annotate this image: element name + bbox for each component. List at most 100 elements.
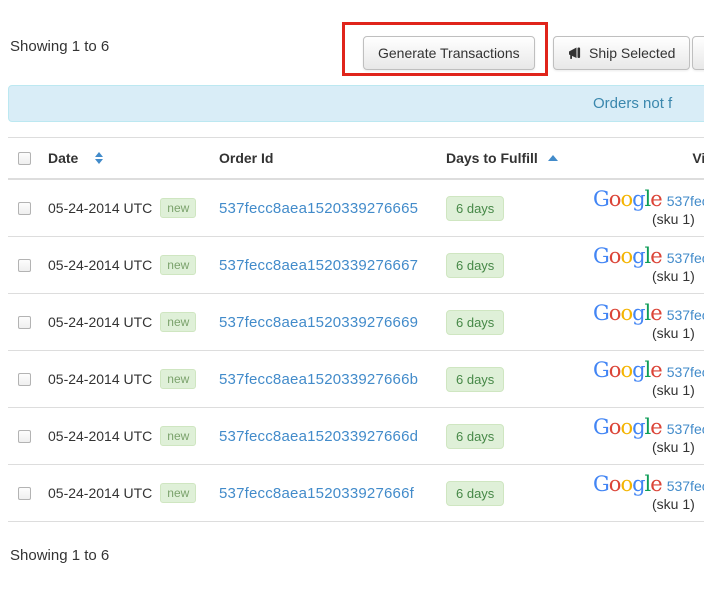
generate-transactions-button[interactable]: Generate Transactions: [363, 36, 535, 70]
order-date: 05-24-2014 UTC: [48, 485, 152, 501]
order-id-link[interactable]: 537fecc8aea152033927666f: [219, 485, 414, 502]
status-badge-new: new: [160, 255, 196, 275]
product-sku: (sku 1): [652, 439, 695, 455]
product-sku: (sku 1): [652, 325, 695, 341]
days-to-fulfill-badge: 6 days: [446, 367, 504, 392]
row-checkbox[interactable]: [18, 202, 31, 215]
ship-selected-button[interactable]: Ship Selected: [553, 36, 690, 70]
table-row: 05-24-2014 UTC new 537fecc8aea1520339276…: [8, 408, 704, 465]
google-logo-letter: G: [593, 301, 609, 325]
google-logo-letter: e: [650, 415, 661, 439]
google-logo[interactable]: Google: [593, 417, 662, 437]
column-header-order-id[interactable]: Order Id: [219, 150, 446, 166]
row-checkbox[interactable]: [18, 373, 31, 386]
table-row: 05-24-2014 UTC new 537fecc8aea1520339276…: [8, 465, 704, 522]
google-logo-letter: g: [632, 472, 644, 496]
order-id-link[interactable]: 537fecc8aea152033927666d: [219, 428, 418, 445]
row-checkbox[interactable]: [18, 487, 31, 500]
product-sku: (sku 1): [652, 496, 695, 512]
table-row: 05-24-2014 UTC new 537fecc8aea1520339276…: [8, 351, 704, 408]
view-product-link[interactable]: 537fecc: [667, 250, 704, 266]
google-logo-letter: o: [620, 358, 632, 382]
google-logo-letter: G: [593, 358, 609, 382]
google-logo-letter: g: [632, 301, 644, 325]
ship-selected-label: Ship Selected: [589, 45, 675, 61]
google-logo-letter: e: [650, 358, 661, 382]
column-header-days-to-fulfill[interactable]: Days to Fulfill: [446, 150, 593, 166]
table-body: 05-24-2014 UTC new 537fecc8aea1520339276…: [8, 180, 704, 522]
view-product-link[interactable]: 537fecc: [667, 193, 704, 209]
google-logo[interactable]: Google: [593, 246, 662, 266]
table-row: 05-24-2014 UTC new 537fecc8aea1520339276…: [8, 180, 704, 237]
column-header-date[interactable]: Date: [48, 150, 219, 166]
status-badge-new: new: [160, 426, 196, 446]
google-logo-letter: o: [609, 301, 621, 325]
status-badge-new: new: [160, 483, 196, 503]
order-date: 05-24-2014 UTC: [48, 257, 152, 273]
days-to-fulfill-badge: 6 days: [446, 196, 504, 221]
order-date: 05-24-2014 UTC: [48, 428, 152, 444]
google-logo-letter: g: [632, 358, 644, 382]
google-logo-letter: o: [620, 301, 632, 325]
column-header-view-product[interactable]: View Product (S: [593, 150, 704, 166]
google-logo[interactable]: Google: [593, 189, 662, 209]
google-logo-letter: o: [609, 187, 621, 211]
days-to-fulfill-badge: 6 days: [446, 310, 504, 335]
status-badge-new: new: [160, 198, 196, 218]
order-date: 05-24-2014 UTC: [48, 371, 152, 387]
google-logo-letter: g: [632, 415, 644, 439]
view-product-link[interactable]: 537fecc: [667, 364, 704, 380]
google-logo-letter: G: [593, 472, 609, 496]
google-logo[interactable]: Google: [593, 474, 662, 494]
row-checkbox[interactable]: [18, 430, 31, 443]
view-product-link[interactable]: 537fecc: [667, 307, 704, 323]
orders-table: Date Order Id Days to Fulfill View Produ…: [8, 137, 704, 522]
column-header-date-label: Date: [48, 150, 78, 166]
order-date: 05-24-2014 UTC: [48, 314, 152, 330]
table-row: 05-24-2014 UTC new 537fecc8aea1520339276…: [8, 294, 704, 351]
days-to-fulfill-badge: 6 days: [446, 481, 504, 506]
row-checkbox[interactable]: [18, 316, 31, 329]
google-logo-letter: o: [609, 415, 621, 439]
google-logo-letter: o: [620, 187, 632, 211]
google-logo-letter: e: [650, 472, 661, 496]
google-logo[interactable]: Google: [593, 303, 662, 323]
info-bar-text: Orders not f: [593, 86, 672, 121]
showing-count-top: Showing 1 to 6: [10, 38, 109, 55]
order-id-link[interactable]: 537fecc8aea1520339276665: [219, 200, 418, 217]
partial-button-right-edge[interactable]: [692, 36, 704, 70]
google-logo-letter: g: [632, 187, 644, 211]
bullhorn-icon: [568, 47, 582, 60]
info-bar: Orders not f: [8, 85, 704, 122]
google-logo-letter: o: [609, 244, 621, 268]
google-logo-letter: o: [620, 415, 632, 439]
order-id-link[interactable]: 537fecc8aea1520339276667: [219, 257, 418, 274]
product-sku: (sku 1): [652, 211, 695, 227]
order-date: 05-24-2014 UTC: [48, 200, 152, 216]
column-header-days-label: Days to Fulfill: [446, 150, 538, 166]
google-logo-letter: e: [650, 187, 661, 211]
view-product-link[interactable]: 537fecc: [667, 478, 704, 494]
google-logo-letter: g: [632, 244, 644, 268]
product-sku: (sku 1): [652, 382, 695, 398]
google-logo-letter: o: [620, 472, 632, 496]
google-logo-letter: G: [593, 415, 609, 439]
order-id-link[interactable]: 537fecc8aea152033927666b: [219, 371, 418, 388]
google-logo-letter: G: [593, 187, 609, 211]
google-logo-letter: G: [593, 244, 609, 268]
google-logo-letter: e: [650, 244, 661, 268]
google-logo[interactable]: Google: [593, 360, 662, 380]
showing-count-bottom: Showing 1 to 6: [10, 547, 109, 564]
google-logo-letter: e: [650, 301, 661, 325]
table-row: 05-24-2014 UTC new 537fecc8aea1520339276…: [8, 237, 704, 294]
google-logo-letter: o: [609, 472, 621, 496]
view-product-link[interactable]: 537fecc: [667, 421, 704, 437]
row-checkbox[interactable]: [18, 259, 31, 272]
status-badge-new: new: [160, 369, 196, 389]
status-badge-new: new: [160, 312, 196, 332]
select-all-checkbox[interactable]: [18, 152, 31, 165]
order-id-link[interactable]: 537fecc8aea1520339276669: [219, 314, 418, 331]
table-header-row: Date Order Id Days to Fulfill View Produ…: [8, 137, 704, 180]
days-to-fulfill-badge: 6 days: [446, 253, 504, 278]
google-logo-letter: o: [609, 358, 621, 382]
